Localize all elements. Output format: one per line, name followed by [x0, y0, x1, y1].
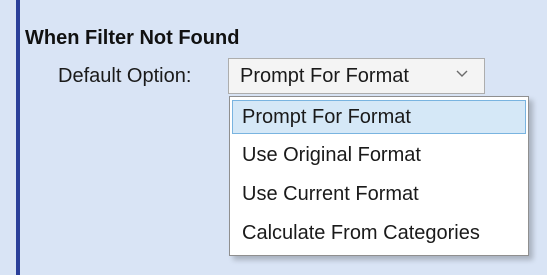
option-calculate-from-categories[interactable]: Calculate From Categories [232, 216, 526, 250]
default-option-select[interactable]: Prompt For Format [228, 58, 485, 94]
selected-value: Prompt For Format [240, 65, 409, 87]
dropdown-list: Prompt For Format Use Original Format Us… [229, 96, 529, 256]
option-prompt-for-format[interactable]: Prompt For Format [232, 100, 526, 134]
option-use-current-format[interactable]: Use Current Format [232, 177, 526, 211]
chevron-down-icon [456, 70, 468, 77]
section-title: When Filter Not Found [25, 27, 240, 49]
option-use-original-format[interactable]: Use Original Format [232, 138, 526, 172]
left-accent-bar [16, 0, 20, 275]
default-option-label: Default Option: [58, 65, 192, 87]
